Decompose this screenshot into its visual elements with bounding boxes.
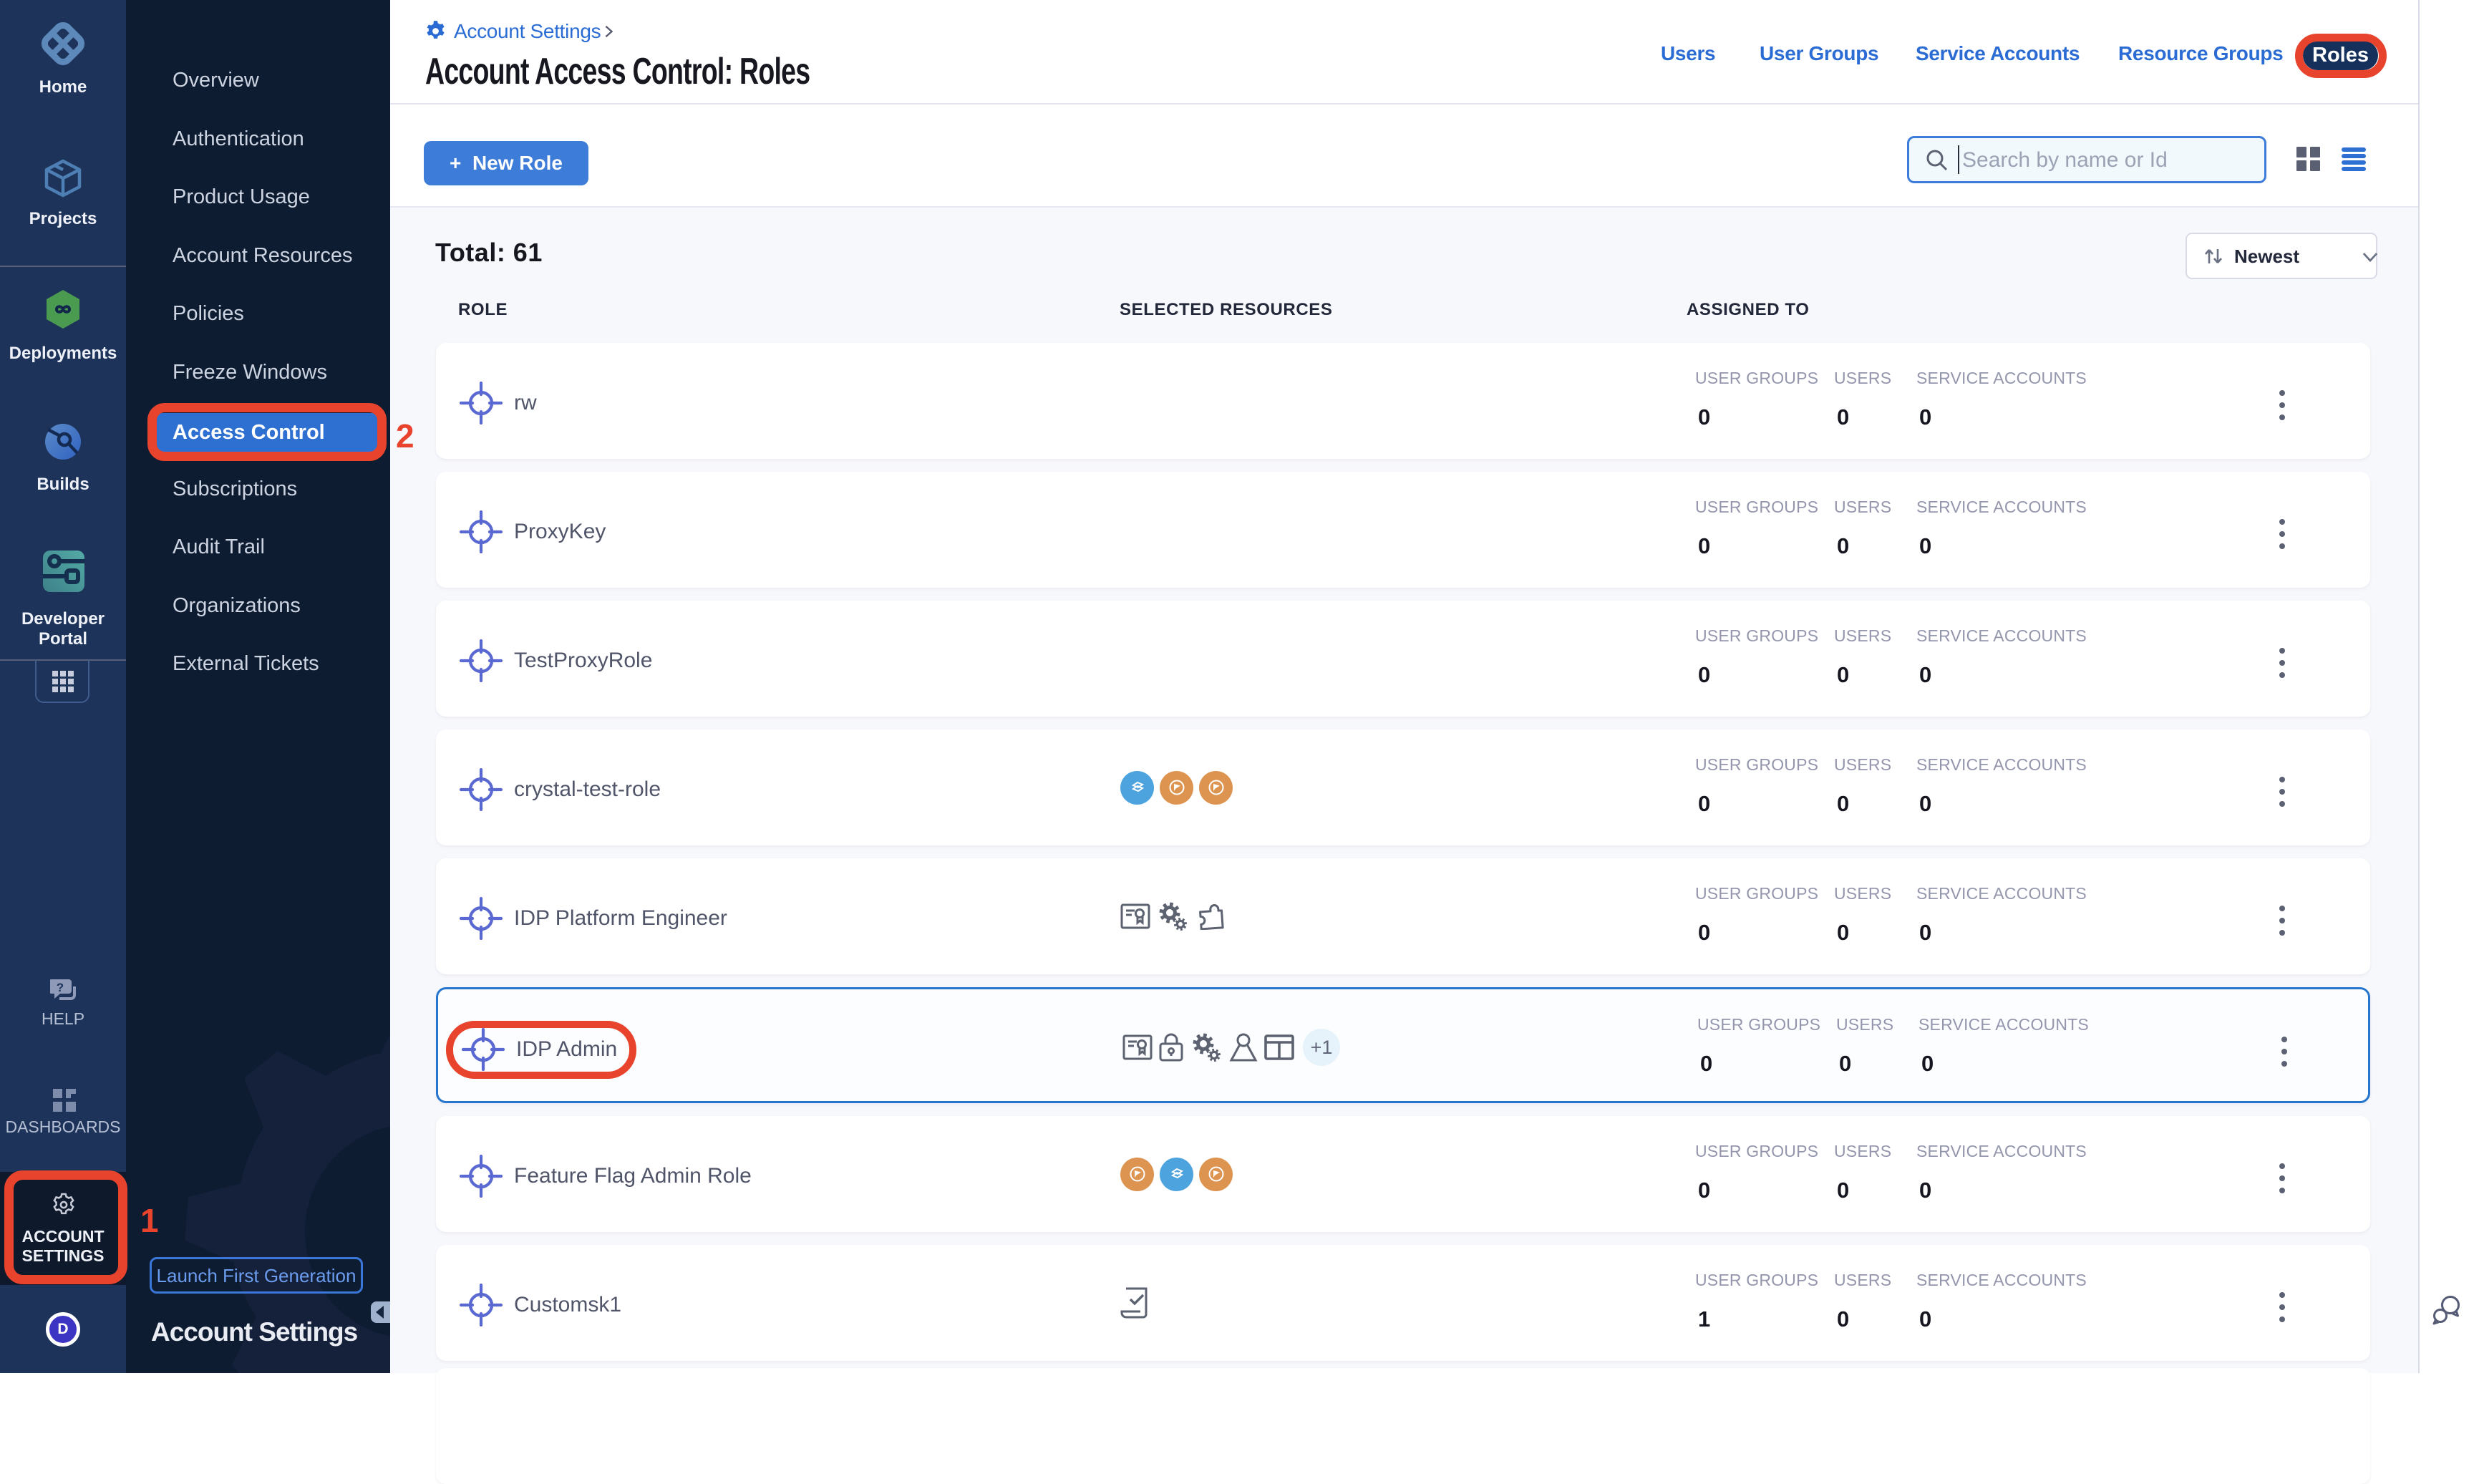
svg-text:?: ?	[57, 981, 64, 994]
